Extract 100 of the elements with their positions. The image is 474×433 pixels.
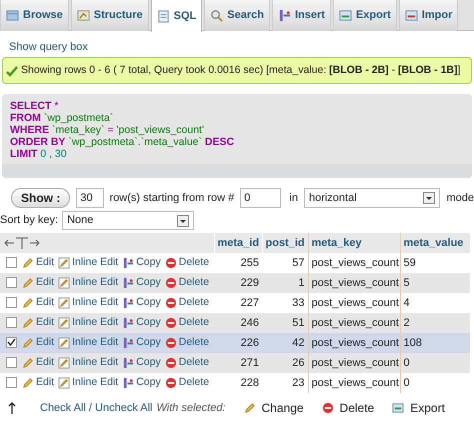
mode-dropdown[interactable]: horizontal <box>304 188 440 208</box>
table-cell: 33 <box>262 293 308 313</box>
up-arrow-icon <box>8 402 16 414</box>
sort-dropdown[interactable]: None <box>62 211 194 230</box>
show-button[interactable]: Show : <box>11 188 70 208</box>
column-header[interactable]: meta_key <box>308 233 400 253</box>
row-action-link[interactable]: Delete <box>164 374 210 391</box>
row-action-link[interactable]: Copy <box>122 294 161 311</box>
sql-line: LIMIT 0 , 30 <box>10 148 67 160</box>
table-cell: 0 <box>400 353 470 373</box>
insert-icon <box>122 296 134 309</box>
start-row-field[interactable]: 0 <box>240 188 282 208</box>
checkbox[interactable] <box>6 297 17 308</box>
table-icon <box>6 9 19 22</box>
row-action-link[interactable]: Delete <box>164 354 210 371</box>
status-message: Showing rows 0 - 6 ( 7 total, Query took 0.0016 sec) [meta_value: [BLOB - 2B] - [BLOB - 1B]] <box>21 62 460 78</box>
checkbox[interactable] <box>6 357 17 368</box>
row-action-link[interactable]: Edit <box>22 274 54 291</box>
row-action-link[interactable]: Edit <box>22 354 54 371</box>
footer-action-link[interactable]: Change <box>244 399 304 417</box>
row-action-link[interactable]: Inline Edit <box>58 374 118 391</box>
insert-icon <box>122 376 134 389</box>
insert-icon <box>122 256 134 269</box>
insert-icon <box>122 276 134 289</box>
sql-line: SELECT * <box>10 100 58 112</box>
row-action-link[interactable]: Copy <box>122 254 161 271</box>
row-action-link[interactable]: Delete <box>164 314 210 331</box>
show-query-box-link[interactable]: Show query box <box>9 41 88 53</box>
row-action-link[interactable]: Edit <box>22 374 54 391</box>
row-action-link[interactable]: Copy <box>122 314 161 331</box>
row-action-link[interactable]: Inline Edit <box>58 354 118 371</box>
tab[interactable]: Browse <box>0 0 69 31</box>
table-cell: post_views_count <box>308 373 400 393</box>
row-action-link[interactable]: Edit <box>22 254 54 271</box>
in-label: in <box>289 190 298 206</box>
mode-label: mode <box>446 190 474 206</box>
table-cell: 227 <box>214 293 262 313</box>
minus-circle-icon <box>164 336 177 349</box>
footer-action-link[interactable]: Export <box>392 399 445 417</box>
export-icon <box>338 9 352 22</box>
checkbox[interactable] <box>6 377 17 388</box>
rows-field[interactable]: 30 <box>76 188 104 208</box>
minus-circle-icon <box>322 402 334 414</box>
tab[interactable]: Impor <box>398 0 458 31</box>
tab[interactable]: Search <box>204 0 270 31</box>
column-resize-icon[interactable] <box>4 237 40 249</box>
pencil-page-icon <box>58 276 70 289</box>
pencil-icon <box>22 276 34 289</box>
table-cell: 246 <box>214 313 262 333</box>
table-cell: 255 <box>214 253 262 273</box>
insert-icon <box>122 356 134 369</box>
row-action-link[interactable]: Inline Edit <box>58 334 118 351</box>
row-action-link[interactable]: Inline Edit <box>58 274 118 291</box>
table-cell: 2 <box>400 313 470 333</box>
tab[interactable]: Structure <box>70 0 149 31</box>
table-cell: post_views_count <box>308 313 400 333</box>
row-action-link[interactable]: Copy <box>122 274 161 291</box>
table-cell: 42 <box>262 333 308 353</box>
checkbox[interactable] <box>6 257 17 268</box>
column-header[interactable]: meta_value <box>400 233 470 253</box>
pencil-icon <box>22 376 34 389</box>
minus-circle-icon <box>164 296 177 309</box>
row-action-link[interactable]: Copy <box>122 374 161 391</box>
export-icon <box>392 402 404 414</box>
pencil-page-icon <box>58 316 70 329</box>
row-action-link[interactable]: Delete <box>164 274 210 291</box>
chart-icon <box>76 9 90 22</box>
row-action-link[interactable]: Edit <box>22 294 54 311</box>
column-header[interactable]: post_id <box>262 233 308 253</box>
row-action-link[interactable]: Delete <box>164 254 210 271</box>
table-cell: post_views_count <box>308 293 400 313</box>
table-cell: 229 <box>214 273 262 293</box>
row-action-link[interactable]: Inline Edit <box>58 294 118 311</box>
row-action-link[interactable]: Delete <box>164 334 210 351</box>
row-action-link[interactable]: Edit <box>22 314 54 331</box>
insert-icon <box>122 336 134 349</box>
table-cell: post_views_count <box>308 273 400 293</box>
tab[interactable]: Export <box>332 0 397 31</box>
table-cell: 0 <box>400 373 470 393</box>
pencil-page-icon <box>58 336 70 349</box>
table-cell: 26 <box>262 353 308 373</box>
checkbox[interactable] <box>6 337 17 348</box>
tab[interactable]: Insert <box>272 0 331 31</box>
table-cell: 59 <box>400 253 470 273</box>
row-action-link[interactable]: Inline Edit <box>58 314 118 331</box>
footer-action-link[interactable]: Delete <box>322 399 374 417</box>
tab[interactable]: SQL <box>150 0 202 32</box>
row-action-link[interactable]: Delete <box>164 294 210 311</box>
insert-icon <box>278 9 291 22</box>
row-action-link[interactable]: Edit <box>22 334 54 351</box>
sql-line: WHERE `meta_key` = 'post_views_count' <box>10 124 204 136</box>
row-action-link[interactable]: Inline Edit <box>58 254 118 271</box>
table-cell: 271 <box>214 353 262 373</box>
row-action-link[interactable]: Copy <box>122 334 161 351</box>
pencil-icon <box>22 336 34 349</box>
check-all-link[interactable]: Check All / Uncheck All <box>40 400 152 416</box>
checkbox[interactable] <box>6 277 17 288</box>
column-header[interactable]: meta_id <box>214 233 262 253</box>
row-action-link[interactable]: Copy <box>122 354 161 371</box>
checkbox[interactable] <box>6 317 17 328</box>
